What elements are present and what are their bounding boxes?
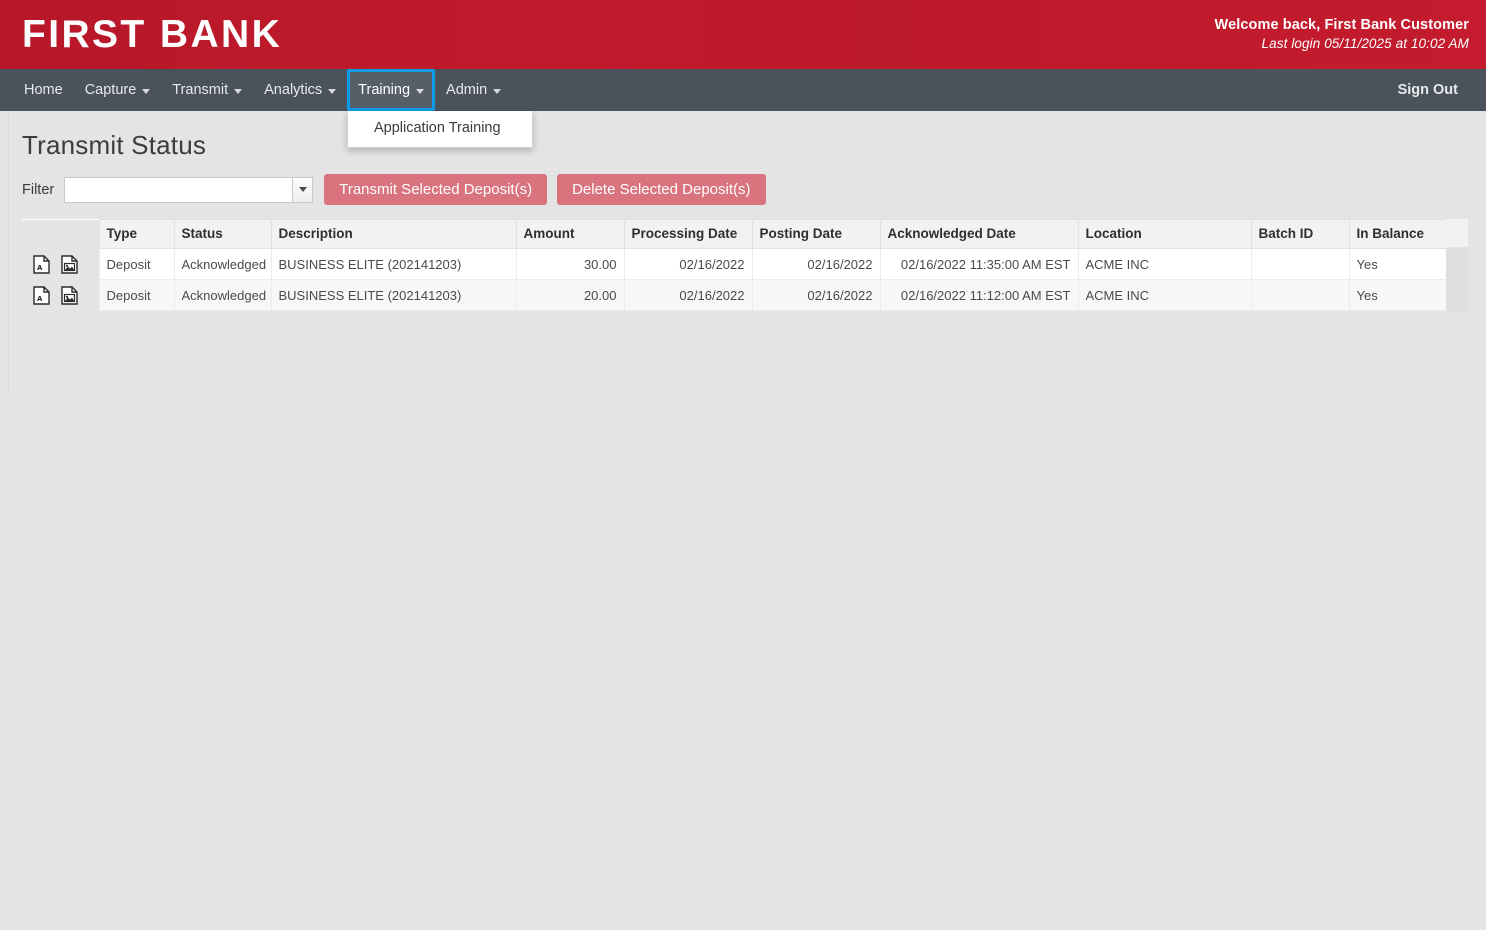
welcome-message: Welcome back, First Bank Customer [1214,17,1469,34]
filter-label: Filter [22,181,55,198]
cell-status: Acknowledged [173,279,272,311]
table-row[interactable]: A Deposit Acknowledged BUSINESS ELITE (2… [22,248,1447,280]
chevron-down-icon [234,88,243,94]
menu-item-label: Application Training [374,120,501,136]
chevron-down-icon [328,88,337,94]
pdf-document-icon[interactable]: A [33,285,50,305]
nav-item-label: Training [358,82,411,98]
nav-item-training[interactable]: Training [347,69,436,111]
cell-description: BUSINESS ELITE (202141203) [270,279,517,311]
column-header-icons [22,219,100,249]
chevron-down-icon [142,88,151,94]
nav-item-label: Transmit [172,82,229,98]
filter-combobox[interactable] [64,176,314,203]
table-vertical-scrollbar[interactable] [1446,219,1468,311]
column-header-amount[interactable]: Amount [515,219,625,249]
transmit-selected-deposits-button[interactable]: Transmit Selected Deposit(s) [324,174,548,205]
nav-item-admin[interactable]: Admin [435,69,512,111]
cell-amount: 20.00 [515,279,625,311]
chevron-down-icon [416,88,425,94]
transmit-status-table: Type Status Description Amount Processin… [22,219,1447,311]
scrollbar-header-spacer [1446,219,1468,248]
svg-text:A: A [37,295,43,303]
column-header-status[interactable]: Status [173,219,272,249]
training-dropdown-menu: Application Training [347,111,533,148]
cell-acknowledged-date: 02/16/2022 11:35:00 AM EST [879,248,1079,280]
page-content: Transmit Status Filter Transmit Selected… [0,111,1486,396]
svg-text:A: A [37,264,43,272]
content-left-divider [8,111,9,396]
brand-header: FIRST BANK Welcome back, First Bank Cust… [0,0,1486,69]
cell-description: BUSINESS ELITE (202141203) [270,248,517,280]
cell-in-balance: Yes [1348,248,1447,280]
column-header-in-balance[interactable]: In Balance [1348,219,1447,249]
row-document-icons: A [22,248,100,280]
page-title: Transmit Status [22,130,207,160]
row-document-icons: A [22,279,100,311]
sign-out-label: Sign Out [1397,82,1458,98]
nav-item-label: Capture [84,82,137,98]
filter-dropdown-button[interactable] [292,176,314,203]
nav-item-transmit[interactable]: Transmit [161,69,253,111]
table-row[interactable]: A Deposit Acknowledged BUSINESS ELITE (2… [22,279,1447,311]
column-header-batch-id[interactable]: Batch ID [1250,219,1350,249]
cell-location: ACME INC [1077,279,1252,311]
nav-right-group: Sign Out [1387,69,1486,111]
cell-processing-date: 02/16/2022 [623,248,753,280]
cell-batch-id [1250,248,1350,280]
column-header-posting-date[interactable]: Posting Date [751,219,881,249]
cell-in-balance: Yes [1348,279,1447,311]
cell-batch-id [1250,279,1350,311]
menu-item-application-training[interactable]: Application Training [348,117,532,140]
sign-out-button[interactable]: Sign Out [1387,69,1469,111]
cell-type: Deposit [98,248,175,280]
cell-processing-date: 02/16/2022 [623,279,753,311]
main-navigation: Home Capture Transmit Analytics Training… [0,69,1486,111]
nav-item-label: Analytics [264,82,323,98]
column-header-type[interactable]: Type [98,219,175,249]
nav-item-home[interactable]: Home [13,69,74,111]
welcome-block: Welcome back, First Bank Customer Last l… [1215,15,1469,54]
table-header-row: Type Status Description Amount Processin… [22,219,1447,249]
cell-posting-date: 02/16/2022 [751,248,881,280]
nav-item-label: Home [24,82,63,98]
pdf-document-icon[interactable]: A [33,254,50,274]
delete-selected-deposits-button[interactable]: Delete Selected Deposit(s) [557,174,766,205]
column-header-location[interactable]: Location [1077,219,1252,249]
cell-acknowledged-date: 02/16/2022 11:12:00 AM EST [879,279,1079,311]
column-header-processing-date[interactable]: Processing Date [623,219,753,249]
image-document-icon[interactable] [61,285,78,305]
filter-toolbar: Filter Transmit Selected Deposit(s) Dele… [0,161,1486,205]
cell-location: ACME INC [1077,248,1252,280]
bank-logo: FIRST BANK [22,13,283,56]
column-header-description[interactable]: Description [270,219,517,249]
image-document-icon[interactable] [61,254,78,274]
column-header-acknowledged-date[interactable]: Acknowledged Date [879,219,1079,249]
last-login-text: Last login 05/11/2025 at 10:02 AM [1261,36,1469,52]
chevron-down-icon [493,88,502,94]
table-header: Type Status Description Amount Processin… [22,219,1447,249]
nav-items-group: Home Capture Transmit Analytics Training… [0,69,512,111]
table-body: A Deposit Acknowledged BUSINESS ELITE (2… [22,248,1447,311]
cell-status: Acknowledged [173,248,272,280]
transmit-status-table-container: Type Status Description Amount Processin… [22,219,1468,311]
nav-item-analytics[interactable]: Analytics [253,69,347,111]
nav-item-capture[interactable]: Capture [74,69,162,111]
cell-type: Deposit [98,279,175,311]
filter-input[interactable] [64,176,293,203]
cell-amount: 30.00 [515,248,625,280]
cell-posting-date: 02/16/2022 [751,279,881,311]
nav-item-label: Admin [446,82,488,98]
chevron-down-icon [298,187,307,192]
